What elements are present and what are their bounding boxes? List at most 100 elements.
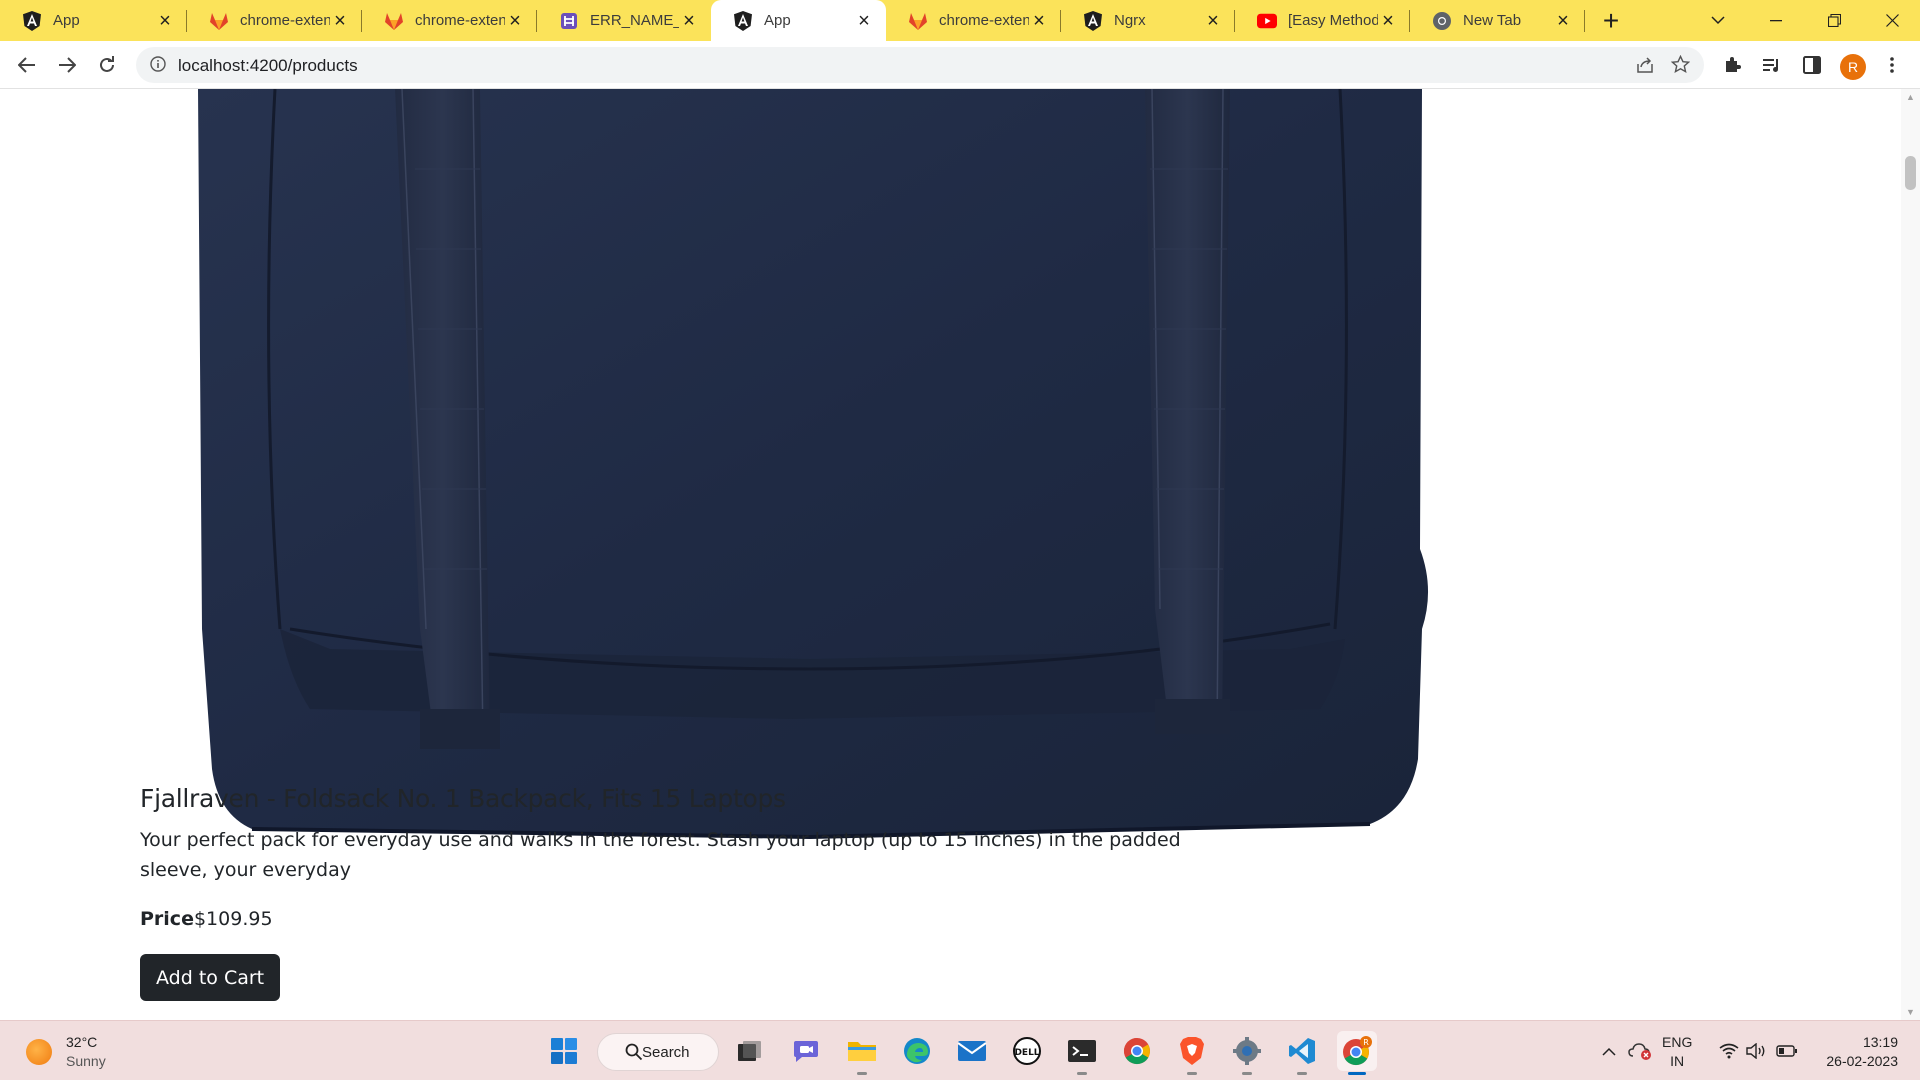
close-tab-icon[interactable]: × bbox=[854, 11, 874, 31]
scroll-up-arrow-icon[interactable]: ▲ bbox=[1901, 89, 1920, 105]
battery-status[interactable] bbox=[1774, 1021, 1800, 1080]
gear-icon bbox=[1233, 1037, 1261, 1065]
tab-title: Ngrx bbox=[1114, 12, 1146, 29]
page-scrollbar[interactable]: ▲ ▼ bbox=[1901, 89, 1920, 1020]
chrome-icon bbox=[1432, 11, 1452, 31]
site-info-icon[interactable] bbox=[150, 56, 166, 77]
chevron-down-icon bbox=[1711, 16, 1725, 25]
speaker-icon bbox=[1746, 1043, 1765, 1059]
brave-button[interactable] bbox=[1172, 1031, 1212, 1075]
bookmark-star-icon[interactable] bbox=[1670, 54, 1691, 79]
tab-title: App bbox=[53, 12, 80, 29]
running-indicator bbox=[1348, 1072, 1366, 1075]
clock-time: 13:19 bbox=[1862, 1034, 1898, 1050]
close-tab-icon[interactable]: × bbox=[1553, 11, 1573, 31]
extensions-button[interactable] bbox=[1716, 49, 1748, 81]
media-controls-button[interactable] bbox=[1756, 49, 1788, 81]
vscode-icon bbox=[1289, 1038, 1315, 1064]
scroll-thumb[interactable] bbox=[1905, 156, 1916, 190]
product-title: Fjallraven - Foldsack No. 1 Backpack, Fi… bbox=[140, 784, 786, 813]
weather-condition: Sunny bbox=[66, 1053, 106, 1069]
add-to-cart-button[interactable]: Add to Cart bbox=[140, 954, 281, 1001]
reload-icon bbox=[100, 56, 114, 72]
settings-button[interactable] bbox=[1227, 1031, 1267, 1075]
tab-search-button[interactable] bbox=[1690, 0, 1746, 41]
dell-button[interactable]: DELL bbox=[1007, 1031, 1047, 1071]
windows-taskbar: 32°C Sunny Search DELL R ENG IN 13:19 26… bbox=[0, 1020, 1920, 1080]
input-language-indicator[interactable]: ENG IN bbox=[1662, 1033, 1692, 1071]
volume-status[interactable] bbox=[1744, 1021, 1770, 1080]
page-viewport: Fjallraven - Foldsack No. 1 Backpack, Fi… bbox=[0, 89, 1901, 1020]
tab-new-tab[interactable]: New Tab × bbox=[1410, 0, 1585, 41]
close-tab-icon[interactable]: × bbox=[1203, 11, 1223, 31]
scroll-down-arrow-icon[interactable]: ▼ bbox=[1901, 1004, 1920, 1020]
weather-widget[interactable]: 32°C Sunny bbox=[26, 1033, 106, 1071]
chrome-button[interactable] bbox=[1117, 1031, 1157, 1071]
restore-icon bbox=[1827, 14, 1841, 27]
edge-browser-button[interactable] bbox=[897, 1031, 937, 1071]
back-button[interactable] bbox=[11, 49, 43, 81]
close-tab-icon[interactable]: × bbox=[1378, 11, 1398, 31]
gitlab-icon bbox=[908, 11, 928, 31]
mail-button[interactable] bbox=[952, 1031, 992, 1071]
cloud-error-icon bbox=[1628, 1043, 1651, 1060]
windows-logo-icon bbox=[551, 1038, 577, 1064]
tab-ngrx[interactable]: Ngrx × bbox=[1061, 0, 1235, 41]
puzzle-icon bbox=[1726, 57, 1741, 72]
search-icon bbox=[625, 1043, 643, 1061]
close-tab-icon[interactable]: × bbox=[679, 11, 699, 31]
close-window-button[interactable] bbox=[1864, 0, 1920, 41]
edge-icon bbox=[904, 1038, 930, 1064]
start-button[interactable] bbox=[544, 1031, 584, 1071]
taskbar-search[interactable]: Search bbox=[597, 1033, 719, 1071]
tab-app-active[interactable]: App × bbox=[711, 0, 886, 41]
url-text[interactable]: localhost:4200/products bbox=[178, 56, 358, 76]
close-tab-icon[interactable]: × bbox=[330, 11, 350, 31]
onedrive-status[interactable] bbox=[1625, 1021, 1655, 1080]
folder-icon bbox=[848, 1042, 876, 1061]
battery-icon bbox=[1776, 1045, 1797, 1057]
tab-err-name[interactable]: ERR_NAME_NO × bbox=[537, 0, 711, 41]
wifi-status[interactable] bbox=[1716, 1021, 1742, 1080]
running-indicator bbox=[1242, 1072, 1252, 1075]
task-view-button[interactable] bbox=[730, 1031, 770, 1071]
restore-button[interactable] bbox=[1806, 0, 1862, 41]
share-icon[interactable] bbox=[1636, 56, 1654, 79]
task-view-icon bbox=[738, 1041, 761, 1061]
tab-easy-method[interactable]: [Easy Method] × bbox=[1235, 0, 1410, 41]
close-tab-icon[interactable]: × bbox=[505, 11, 525, 31]
forward-button[interactable] bbox=[51, 49, 83, 81]
tab-title: chrome-extens bbox=[939, 12, 1029, 29]
menu-button[interactable] bbox=[1876, 49, 1908, 81]
close-icon bbox=[1885, 14, 1899, 27]
angular-icon bbox=[22, 10, 42, 31]
tab-chrome-extension-1[interactable]: chrome-extens × bbox=[187, 0, 362, 41]
tab-title: App bbox=[764, 12, 791, 29]
running-indicator bbox=[1077, 1072, 1087, 1075]
minimize-button[interactable] bbox=[1748, 0, 1804, 41]
system-clock[interactable]: 13:19 26-02-2023 bbox=[1808, 1033, 1898, 1071]
chrome-profile-button[interactable]: R bbox=[1337, 1031, 1377, 1075]
price-label: Price bbox=[140, 908, 194, 930]
gitlab-icon bbox=[209, 11, 229, 31]
vscode-button[interactable] bbox=[1282, 1031, 1322, 1075]
file-explorer-button[interactable] bbox=[842, 1031, 882, 1075]
show-hidden-icons-button[interactable] bbox=[1598, 1021, 1620, 1080]
tab-chrome-extension-2[interactable]: chrome-extens × bbox=[362, 0, 537, 41]
tab-app-1[interactable]: App × bbox=[0, 0, 187, 41]
reload-button[interactable] bbox=[91, 49, 123, 81]
profile-avatar[interactable]: R bbox=[1840, 54, 1866, 80]
close-tab-icon[interactable]: × bbox=[155, 11, 175, 31]
close-tab-icon[interactable]: × bbox=[1029, 11, 1049, 31]
angular-icon bbox=[733, 10, 753, 31]
lang-secondary: IN bbox=[1670, 1053, 1685, 1069]
new-tab-button[interactable]: + bbox=[1597, 5, 1625, 36]
address-bar[interactable]: localhost:4200/products bbox=[136, 47, 1704, 83]
terminal-button[interactable] bbox=[1062, 1031, 1102, 1075]
browser-toolbar: localhost:4200/products R bbox=[0, 41, 1920, 89]
svg-text:R: R bbox=[1363, 1038, 1369, 1047]
side-panel-button[interactable] bbox=[1796, 49, 1828, 81]
tab-chrome-extension-3[interactable]: chrome-extens × bbox=[886, 0, 1061, 41]
svg-text:DELL: DELL bbox=[1014, 1048, 1039, 1058]
teams-chat-button[interactable] bbox=[786, 1031, 826, 1071]
